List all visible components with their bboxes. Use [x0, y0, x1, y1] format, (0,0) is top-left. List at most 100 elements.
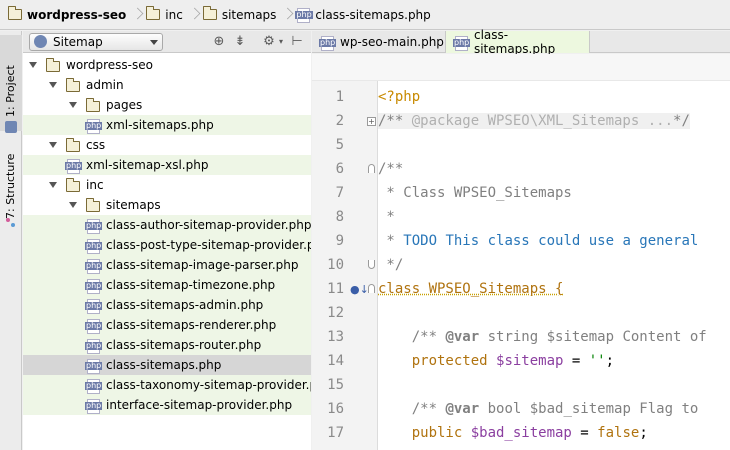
code-token: = [563, 353, 589, 369]
php-file-icon [85, 239, 103, 254]
project-view-label: Sitemap [53, 34, 103, 49]
code-token: bool $bad_sitemap Flag to [479, 401, 699, 417]
code-token: string $sitemap Content of [479, 329, 707, 345]
chevron-down-icon [150, 39, 158, 45]
tree-item-label: css [86, 138, 106, 152]
expand-arrow-icon[interactable] [49, 142, 57, 148]
breadcrumb-item[interactable]: sitemaps [202, 0, 277, 30]
code-token: protected [378, 353, 497, 369]
php-file-icon [85, 219, 103, 234]
code-text: * [378, 209, 395, 225]
tree-folder-row[interactable]: sitemaps [23, 195, 311, 215]
hide-panel-icon[interactable]: ⊢ [290, 35, 304, 49]
code-token: * [378, 209, 395, 225]
breadcrumb-label: sitemaps [221, 7, 277, 22]
fold-collapse-icon[interactable] [368, 164, 375, 173]
expand-arrow-icon[interactable] [69, 202, 77, 208]
tree-file-row[interactable]: class-sitemap-timezone.php [23, 275, 311, 295]
folder-icon [66, 138, 80, 152]
tab-label: wp-seo-main.php [340, 35, 444, 49]
line-number: 9 [335, 233, 344, 249]
tab-wp-seo-main[interactable]: wp-seo-main.php [312, 31, 446, 53]
php-file-icon [319, 35, 337, 51]
collapse-all-icon[interactable]: ⇟ [233, 35, 247, 49]
fold-expand-icon[interactable]: + [367, 117, 376, 126]
code-text: /** @var bool $bad_sitemap Flag to [378, 401, 699, 417]
tree-file-row[interactable]: class-post-type-sitemap-provider.php [23, 235, 311, 255]
folder-icon [146, 6, 161, 20]
project-tool-tab-label: 1: Project [4, 65, 17, 117]
tree-folder-row[interactable]: wordpress-seo [23, 55, 311, 75]
locate-file-icon[interactable]: ⊕ [212, 35, 226, 49]
code-token: /** [378, 329, 446, 345]
line-number: 16 [327, 401, 344, 417]
folder-icon [66, 78, 80, 92]
tree-item-label: class-sitemaps-renderer.php [106, 318, 277, 332]
code-line: 7 * Class WPSEO_Sitemaps [312, 182, 730, 206]
code-token: = [571, 425, 598, 441]
tree-folder-row[interactable]: admin [23, 75, 311, 95]
tree-item-label: xml-sitemap-xsl.php [86, 158, 209, 172]
expand-arrow-icon[interactable] [29, 62, 37, 68]
code-token: @package WPSEO\XML_Sitemaps ... [411, 113, 674, 129]
code-line: 14 protected $sitemap = ''; [312, 350, 730, 374]
php-file-icon [85, 379, 103, 394]
project-tree: wordpress-seoadminpagesxml-sitemaps.phpc… [23, 53, 311, 450]
line-number: 1 [335, 89, 344, 105]
breadcrumb-item[interactable]: class-sitemaps.php [295, 0, 431, 30]
gear-dropdown-icon[interactable]: ▾ [274, 35, 288, 49]
folder-icon [46, 58, 60, 72]
breadcrumb-item[interactable]: inc [146, 0, 183, 30]
expand-arrow-icon[interactable] [49, 182, 57, 188]
tree-file-row[interactable]: xml-sitemaps.php [23, 115, 311, 135]
expand-arrow-icon[interactable] [49, 82, 57, 88]
tree-file-row[interactable]: interface-sitemap-provider.php [23, 395, 311, 415]
code-line: 12 [312, 302, 730, 326]
editor-breadcrumb-strip [312, 54, 730, 81]
code-line: 10 */ [312, 254, 730, 278]
tree-item-label: xml-sitemaps.php [106, 118, 214, 132]
code-line: 1 <?php [312, 86, 730, 110]
code-line: 6 /** [312, 158, 730, 182]
fold-end-icon[interactable] [368, 260, 375, 269]
folder-icon [86, 98, 100, 112]
tree-file-row[interactable]: class-sitemaps-router.php [23, 335, 311, 355]
project-tool-tab[interactable]: 1: Project [0, 35, 22, 131]
fold-collapse-icon[interactable] [368, 284, 375, 293]
code-text: protected $sitemap = ''; [378, 353, 614, 369]
tree-file-row[interactable]: class-sitemaps-renderer.php [23, 315, 311, 335]
line-number: 15 [327, 377, 344, 393]
code-token: ; [605, 353, 615, 369]
tree-folder-row[interactable]: inc [23, 175, 311, 195]
tree-file-row[interactable]: class-sitemap-image-parser.php [23, 255, 311, 275]
php-file-icon [85, 399, 103, 414]
line-number: 8 [335, 209, 344, 225]
implemented-marker-icon[interactable]: ●↓ [350, 283, 369, 296]
php-file-icon [65, 159, 83, 174]
tool-window-stripe: 1: Project 7: Structure [0, 31, 22, 450]
code-editor[interactable]: 1 <?php 2 +/** @package WPSEO\XML_Sitemaps … [312, 54, 730, 450]
tree-file-row[interactable]: xml-sitemap-xsl.php [23, 155, 311, 175]
tab-class-sitemaps[interactable]: class-sitemaps.php [446, 28, 590, 56]
tree-file-row[interactable]: class-sitemaps-admin.php [23, 295, 311, 315]
code-token: public [378, 425, 471, 441]
breadcrumb-separator-icon [188, 0, 198, 30]
tree-file-row[interactable]: class-sitemaps.php [23, 355, 311, 375]
breadcrumb-item[interactable]: wordpress-seo [8, 0, 126, 30]
tree-file-row[interactable]: class-author-sitemap-provider.php [23, 215, 311, 235]
code-token: $bad_sitemap [470, 425, 572, 441]
project-view-selector[interactable]: Sitemap [29, 32, 163, 51]
tree-folder-row[interactable]: pages [23, 95, 311, 115]
expand-arrow-icon[interactable] [69, 102, 77, 108]
tree-item-label: interface-sitemap-provider.php [106, 398, 293, 412]
code-token: @var [445, 401, 480, 417]
tree-item-label: class-author-sitemap-provider.php [106, 218, 311, 232]
tree-folder-row[interactable]: css [23, 135, 311, 155]
code-token: /** [378, 401, 446, 417]
tree-item-label: pages [106, 98, 143, 112]
line-number: 10 [327, 257, 344, 273]
tree-file-row[interactable]: class-taxonomy-sitemap-provider.php [23, 375, 311, 395]
code-token: '' [588, 353, 606, 369]
line-number: 12 [327, 305, 344, 321]
structure-icon [5, 217, 17, 229]
